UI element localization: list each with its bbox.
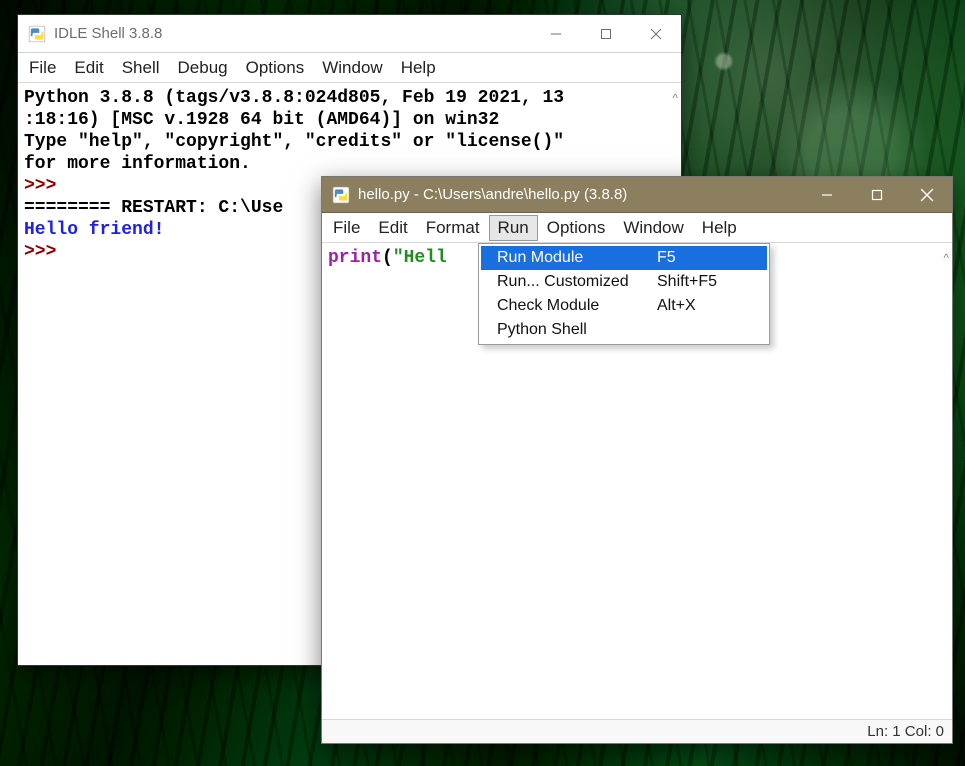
- shell-prompt: >>>: [24, 242, 67, 262]
- editor-menu-edit[interactable]: Edit: [369, 215, 416, 241]
- shell-menu-window[interactable]: Window: [313, 55, 391, 81]
- python-icon: [332, 186, 350, 204]
- shell-menubar: File Edit Shell Debug Options Window Hel…: [18, 53, 681, 83]
- shell-menu-edit[interactable]: Edit: [65, 55, 112, 81]
- editor-menu-options[interactable]: Options: [538, 215, 615, 241]
- run-menu-item[interactable]: Check Module Alt+X: [481, 294, 767, 318]
- menu-item-shortcut: Alt+X: [657, 297, 727, 315]
- editor-statusbar: Ln: 1 Col: 0: [322, 719, 952, 743]
- scroll-indicator-icon: ^: [943, 247, 949, 269]
- editor-status-text: Ln: 1 Col: 0: [867, 723, 944, 740]
- maximize-button[interactable]: [852, 177, 902, 212]
- code-token-keyword: print: [328, 248, 382, 268]
- shell-menu-shell[interactable]: Shell: [113, 55, 169, 81]
- menu-item-label: Run Module: [497, 249, 647, 267]
- editor-menu-window[interactable]: Window: [614, 215, 692, 241]
- shell-restart-line: ======== RESTART: C:\Use: [24, 198, 283, 218]
- minimize-button[interactable]: [531, 15, 581, 52]
- menu-item-shortcut: Shift+F5: [657, 273, 727, 291]
- python-icon: [28, 25, 46, 43]
- shell-menu-help[interactable]: Help: [392, 55, 445, 81]
- shell-menu-file[interactable]: File: [20, 55, 65, 81]
- shell-banner-line: Type "help", "copyright", "credits" or "…: [24, 132, 564, 152]
- editor-menu-format[interactable]: Format: [417, 215, 489, 241]
- shell-banner-line: :18:16) [MSC v.1928 64 bit (AMD64)] on w…: [24, 110, 499, 130]
- shell-window-controls: [531, 15, 681, 52]
- shell-menu-options[interactable]: Options: [237, 55, 314, 81]
- menu-item-label: Python Shell: [497, 321, 647, 339]
- window-editor: hello.py - C:\Users\andre\hello.py (3.8.…: [321, 176, 953, 744]
- shell-banner-line: Python 3.8.8 (tags/v3.8.8:024d805, Feb 1…: [24, 88, 564, 108]
- editor-menu-run[interactable]: Run: [489, 215, 538, 241]
- shell-menu-debug[interactable]: Debug: [169, 55, 237, 81]
- run-menu-dropdown: Run Module F5 Run... Customized Shift+F5 Che…: [478, 243, 770, 345]
- editor-title-text: hello.py - C:\Users\andre\hello.py (3.8.…: [358, 186, 627, 203]
- run-menu-item[interactable]: Python Shell: [481, 318, 767, 342]
- editor-titlebar[interactable]: hello.py - C:\Users\andre\hello.py (3.8.…: [322, 177, 952, 213]
- run-menu-item[interactable]: Run... Customized Shift+F5: [481, 270, 767, 294]
- menu-item-shortcut: F5: [657, 249, 727, 267]
- minimize-button[interactable]: [802, 177, 852, 212]
- close-button[interactable]: [631, 15, 681, 52]
- menu-item-label: Check Module: [497, 297, 647, 315]
- run-menu-item[interactable]: Run Module F5: [481, 246, 767, 270]
- shell-output-line: Hello friend!: [24, 220, 164, 240]
- editor-menubar: File Edit Format Run Options Window Help: [322, 213, 952, 243]
- editor-menu-file[interactable]: File: [324, 215, 369, 241]
- menu-item-label: Run... Customized: [497, 273, 647, 291]
- shell-titlebar[interactable]: IDLE Shell 3.8.8: [18, 15, 681, 53]
- maximize-button[interactable]: [581, 15, 631, 52]
- shell-title-text: IDLE Shell 3.8.8: [54, 25, 162, 42]
- shell-banner-line: for more information.: [24, 154, 251, 174]
- code-token-string: "Hell: [393, 248, 447, 268]
- editor-menu-help[interactable]: Help: [693, 215, 746, 241]
- scroll-indicator-icon: ^: [672, 87, 678, 109]
- close-button[interactable]: [902, 177, 952, 212]
- editor-window-controls: [802, 177, 952, 212]
- shell-prompt: >>>: [24, 176, 67, 196]
- code-token-paren: (: [382, 248, 393, 268]
